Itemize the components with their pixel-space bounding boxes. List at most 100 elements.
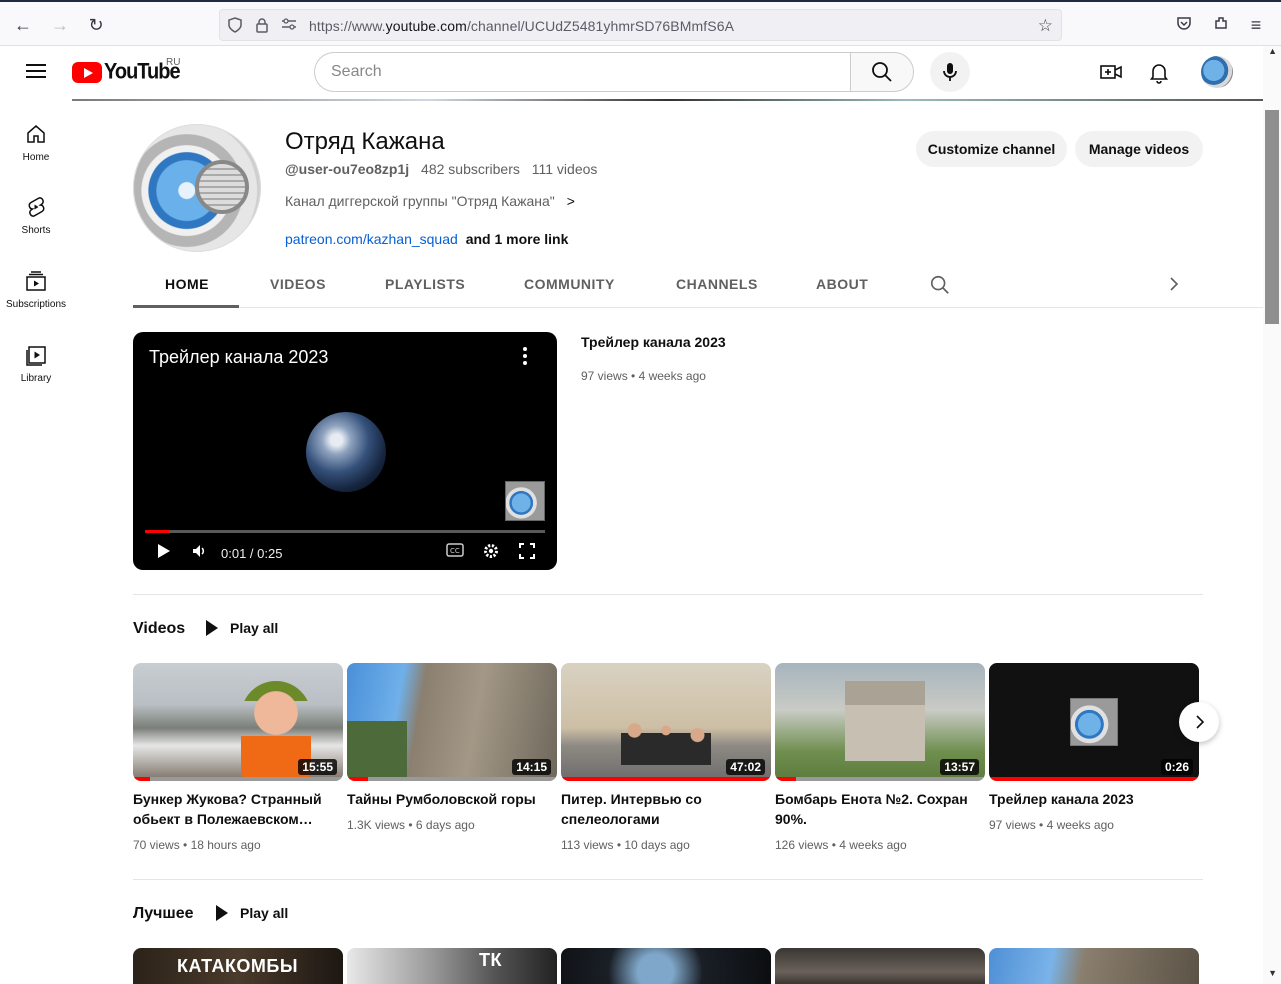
tabs-scroll-right-icon[interactable] (1167, 276, 1181, 292)
fullscreen-icon[interactable] (519, 543, 535, 562)
guide-item-library[interactable]: Library (0, 343, 72, 384)
trailer-info-meta: 97 views • 4 weeks ago (581, 369, 706, 383)
url-bar[interactable]: https://www.youtube.com/channel/UCUdZ548… (219, 9, 1062, 41)
watched-progress (561, 777, 771, 781)
bookmark-star-icon[interactable]: ☆ (1038, 16, 1053, 36)
video-thumbnail[interactable] (775, 948, 985, 984)
tab-channels[interactable]: CHANNELS (676, 276, 758, 292)
subscriber-count: 482 subscribers (421, 161, 520, 177)
tab-about[interactable]: ABOUT (816, 276, 868, 292)
page-scrollbar[interactable]: ▲ ▼ (1263, 46, 1281, 984)
watched-track (133, 777, 343, 781)
channel-trailer-player[interactable]: Трейлер канала 2023 0:01 / 0:25 CC (133, 332, 557, 570)
url-text[interactable]: https://www.youtube.com/channel/UCUdZ548… (309, 18, 734, 34)
video-thumbnail[interactable]: ТК (347, 948, 557, 984)
pocket-icon[interactable] (1173, 14, 1195, 36)
thumbnail-caption: ТК (479, 950, 502, 970)
guide-item-shorts[interactable]: Shorts (0, 195, 72, 236)
reload-icon[interactable]: ↻ (85, 14, 107, 36)
back-arrow-icon[interactable]: ← (12, 14, 34, 36)
scroll-up-icon[interactable]: ▲ (1268, 46, 1277, 56)
earth-graphic (306, 412, 386, 492)
app-menu-icon[interactable]: ≡ (1245, 14, 1267, 36)
lock-icon[interactable] (253, 17, 271, 35)
video-thumbnail[interactable]: 14:15 (347, 663, 557, 781)
permissions-icon[interactable] (280, 17, 298, 35)
video-meta: 70 views • 18 hours ago (133, 838, 261, 852)
video-meta: 1.3K views • 6 days ago (347, 818, 475, 832)
shelf-title-videos[interactable]: Videos (133, 620, 185, 638)
play-all-button[interactable]: Play all (216, 905, 288, 921)
masthead: YouTube RU Search (0, 46, 1262, 100)
duration-badge: 0:26 (1160, 759, 1193, 775)
player-title[interactable]: Трейлер канала 2023 (149, 347, 328, 368)
video-thumbnail[interactable]: 47:02 (561, 663, 771, 781)
video-thumbnail[interactable]: 15:55 (133, 663, 343, 781)
captions-icon[interactable]: CC (446, 543, 464, 560)
scrollbar-thumb[interactable] (1265, 110, 1279, 324)
notifications-bell-icon[interactable] (1147, 60, 1171, 84)
tab-home[interactable]: HOME (165, 276, 209, 292)
video-meta: 113 views • 10 days ago (561, 838, 690, 852)
hatch-graphic (195, 160, 249, 214)
trailer-info-title[interactable]: Трейлер канала 2023 (581, 334, 726, 350)
url-path: /channel/UCUdZ5481yhmrSD76BMmfS6A (466, 18, 735, 34)
more-vert-icon[interactable] (523, 347, 527, 368)
channel-description[interactable]: Канал диггерской группы "Отряд Кажана" > (285, 193, 575, 209)
guide-item-subscriptions[interactable]: Subscriptions (0, 269, 72, 310)
progress-bar[interactable] (145, 530, 545, 533)
forward-arrow-icon[interactable]: → (49, 14, 71, 36)
scroll-down-icon[interactable]: ▼ (1268, 968, 1277, 978)
duration-badge: 13:57 (940, 759, 979, 775)
guide-label: Home (22, 152, 50, 163)
guide-menu-icon[interactable] (26, 64, 46, 78)
channel-watermark[interactable] (505, 481, 545, 521)
video-title[interactable]: Бункер Жукова? Странный обьект в Полежае… (133, 789, 338, 829)
play-all-label: Play all (240, 905, 289, 921)
svg-text:CC: CC (450, 547, 460, 555)
volume-icon[interactable] (191, 543, 207, 562)
patreon-link[interactable]: patreon.com/kazhan_squad (285, 231, 458, 247)
video-thumbnail[interactable]: 13:57 (775, 663, 985, 781)
guide-item-home[interactable]: Home (0, 122, 72, 163)
channel-avatar[interactable] (133, 124, 261, 252)
video-title[interactable]: Тайны Румболовской горы (347, 789, 552, 809)
shield-icon[interactable] (226, 17, 244, 35)
video-views: 70 views (133, 838, 180, 852)
tab-community[interactable]: COMMUNITY (524, 276, 615, 292)
settings-gear-icon[interactable] (483, 543, 499, 562)
video-thumbnail[interactable]: 0:26 (989, 663, 1199, 781)
microphone-icon (943, 63, 957, 81)
shelf-title-best[interactable]: Лучшее (133, 905, 194, 923)
voice-search-button[interactable] (930, 52, 970, 92)
shelf-next-button[interactable] (1179, 702, 1219, 742)
watched-progress (347, 777, 368, 781)
play-all-button[interactable]: Play all (206, 620, 278, 636)
channel-search-icon[interactable] (929, 274, 951, 296)
manage-videos-button[interactable]: Manage videos (1075, 131, 1203, 167)
video-title[interactable]: Питер. Интервью со спелеологами (561, 789, 766, 829)
video-title[interactable]: Бомбарь Енота №2. Сохран 90%. (775, 789, 980, 829)
play-icon[interactable] (157, 543, 171, 562)
youtube-logo[interactable]: YouTube RU (72, 57, 181, 84)
video-views: 97 views (989, 818, 1036, 832)
channel-name: Отряд Кажана (285, 128, 445, 155)
customize-channel-button[interactable]: Customize channel (916, 131, 1067, 167)
video-thumbnail[interactable]: КАТАКОМБЫ (133, 948, 343, 984)
create-video-icon[interactable] (1099, 60, 1123, 84)
search-button[interactable] (850, 52, 914, 92)
tab-videos[interactable]: VIDEOS (270, 276, 326, 292)
video-thumbnail[interactable] (561, 948, 771, 984)
channel-description-text: Канал диггерской группы "Отряд Кажана" (285, 193, 555, 209)
extensions-icon[interactable] (1210, 14, 1232, 36)
tab-playlists[interactable]: PLAYLISTS (385, 276, 465, 292)
video-title[interactable]: Трейлер канала 2023 (989, 789, 1194, 809)
play-all-label: Play all (230, 620, 279, 636)
more-links-button[interactable]: and 1 more link (466, 231, 569, 247)
thumbnail-image (621, 719, 711, 765)
trailer-age: 4 weeks ago (638, 369, 706, 383)
search-input[interactable]: Search (314, 52, 851, 92)
video-thumbnail[interactable] (989, 948, 1199, 984)
account-avatar[interactable] (1201, 56, 1233, 88)
home-icon (27, 125, 45, 143)
